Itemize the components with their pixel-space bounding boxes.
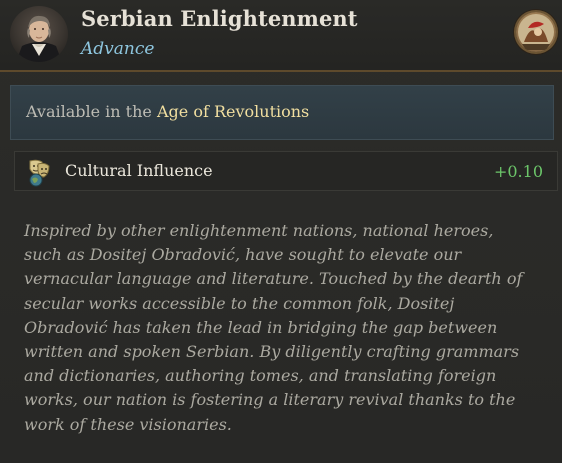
- availability-box: Available in the Age of Revolutions: [10, 85, 554, 140]
- flavor-text-line: work of these visionaries.: [24, 414, 232, 434]
- flavor-text: Inspired by other enlightenment nations,…: [24, 219, 544, 437]
- flavor-text-line: and dictionaries, authoring tomes, and t…: [24, 366, 497, 386]
- flavor-text-line: such as Dositej Obradović, have sought t…: [24, 245, 462, 265]
- flavor-text-line: secular works accessible to the common f…: [24, 293, 455, 313]
- availability-text: Available in the Age of Revolutions: [26, 102, 309, 121]
- flavor-text-line: written and spoken Serbian. By diligentl…: [24, 342, 520, 362]
- availability-prefix: Available in the: [26, 102, 157, 121]
- flavor-text-line: works, our nation is fostering a literar…: [24, 390, 516, 410]
- age-name-link[interactable]: Age of Revolutions: [157, 102, 309, 121]
- flavor-text-line: vernacular language and literature. Touc…: [24, 269, 523, 289]
- advance-type-label: Advance: [81, 39, 155, 59]
- flavor-text-line: Obradović has taken the lead in bridging…: [24, 317, 498, 337]
- modifier-label: Cultural Influence: [65, 161, 213, 180]
- portrait-icon: [10, 6, 68, 62]
- modifier-value: +0.10: [493, 162, 543, 181]
- cultural-influence-icon: [27, 158, 63, 188]
- advance-title: Serbian Enlightenment: [81, 6, 358, 31]
- era-medallion-icon: [516, 12, 556, 52]
- advance-tooltip: Serbian Enlightenment Advance Available …: [0, 0, 562, 463]
- modifier-row: Cultural Influence +0.10: [14, 151, 558, 191]
- flavor-text-line: Inspired by other enlightenment nations,…: [24, 221, 494, 240]
- tooltip-header: Serbian Enlightenment Advance: [0, 0, 562, 72]
